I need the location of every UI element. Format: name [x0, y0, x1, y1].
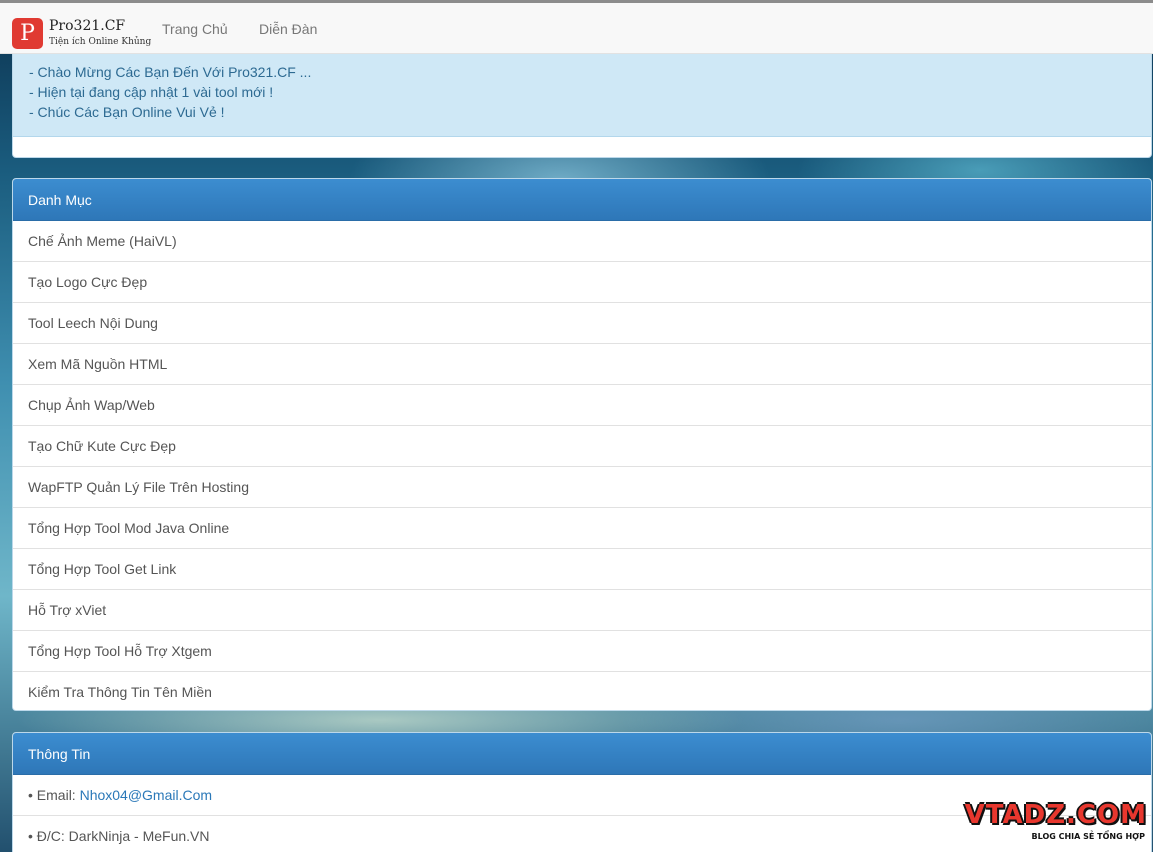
brand-name: Pro321.CF: [49, 18, 126, 34]
brand-logo-icon: P: [12, 18, 43, 49]
navbar: P Pro321.CF Tiện ích Online Khủng Trang …: [0, 3, 1153, 54]
brand-tagline: Tiện ích Online Khủng: [49, 37, 152, 47]
email-link[interactable]: Nhox04@Gmail.Com: [80, 787, 212, 803]
category-panel-title: Danh Mục: [13, 179, 1151, 221]
menu-item-logo[interactable]: Tạo Logo Cực Đẹp: [13, 262, 1151, 303]
menu-item-cute-text[interactable]: Tạo Chữ Kute Cực Đẹp: [13, 426, 1151, 467]
menu-item-leech[interactable]: Tool Leech Nội Dung: [13, 303, 1151, 344]
menu-item-domain-check[interactable]: Kiểm Tra Thông Tin Tên Miền: [13, 672, 1151, 710]
nav-link-home[interactable]: Trang Chủ: [162, 21, 228, 37]
menu-item-wapftp[interactable]: WapFTP Quản Lý File Trên Hosting: [13, 467, 1151, 508]
brand-logo-link[interactable]: P Pro321.CF Tiện ích Online Khủng: [12, 18, 151, 50]
menu-item-screenshot[interactable]: Chụp Ảnh Wap/Web: [13, 385, 1151, 426]
menu-item-html-source[interactable]: Xem Mã Nguồn HTML: [13, 344, 1151, 385]
info-panel-title: Thông Tin: [13, 733, 1151, 775]
menu-item-xtgem[interactable]: Tổng Hợp Tool Hỗ Trợ Xtgem: [13, 631, 1151, 672]
menu-item-meme[interactable]: Chế Ảnh Meme (HaiVL): [13, 221, 1151, 262]
watermark-text: VTADZ.COM: [964, 800, 1147, 830]
alert-line: - Hiện tại đang cập nhật 1 vài tool mới …: [29, 84, 274, 100]
menu-item-xviet[interactable]: Hỗ Trợ xViet: [13, 590, 1151, 631]
alert-line: - Chào Mừng Các Bạn Đến Với Pro321.CF ..…: [29, 64, 312, 80]
watermark-logo: VTADZ.COM BLOG CHIA SẺ TỔNG HỢP: [954, 800, 1149, 848]
notice-panel: - Chào Mừng Các Bạn Đến Với Pro321.CF ..…: [12, 40, 1152, 158]
menu-item-java-mod[interactable]: Tổng Hợp Tool Mod Java Online: [13, 508, 1151, 549]
category-panel: Danh Mục Chế Ảnh Meme (HaiVL) Tạo Logo C…: [12, 178, 1152, 711]
welcome-alert: - Chào Mừng Các Bạn Đến Với Pro321.CF ..…: [13, 41, 1151, 137]
watermark-subtitle: BLOG CHIA SẺ TỔNG HỢP: [1031, 832, 1145, 841]
email-label: • Email:: [28, 787, 80, 803]
alert-line: - Chúc Các Bạn Online Vui Vẻ !: [29, 104, 225, 120]
nav-link-forum[interactable]: Diễn Đàn: [259, 21, 317, 37]
menu-item-get-link[interactable]: Tổng Hợp Tool Get Link: [13, 549, 1151, 590]
